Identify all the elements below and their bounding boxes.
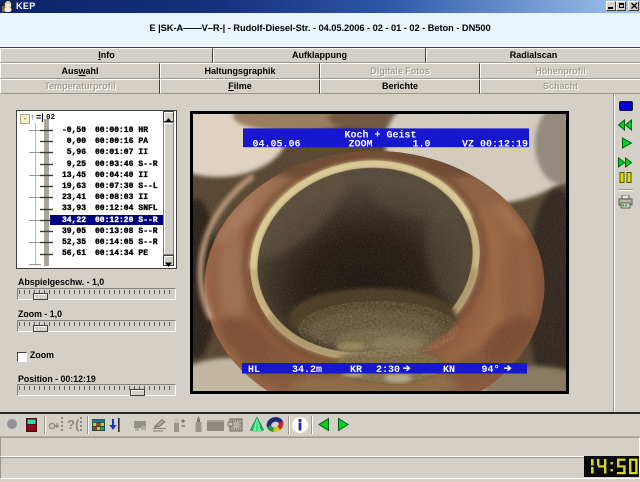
svg-text:KR: KR	[350, 365, 362, 376]
svg-text:1.0: 1.0	[413, 140, 431, 151]
svg-text:HL: HL	[248, 365, 260, 376]
svg-text:2:30: 2:30	[376, 365, 400, 376]
svg-text:04.05.06: 04.05.06	[253, 140, 301, 151]
svg-text:VZ 00:12:19: VZ 00:12:19	[462, 140, 528, 151]
svg-text:34.2m: 34.2m	[292, 365, 322, 376]
svg-text:ZOOM: ZOOM	[349, 140, 373, 151]
svg-text:KN: KN	[443, 365, 455, 376]
svg-text:94°: 94°	[482, 364, 500, 376]
